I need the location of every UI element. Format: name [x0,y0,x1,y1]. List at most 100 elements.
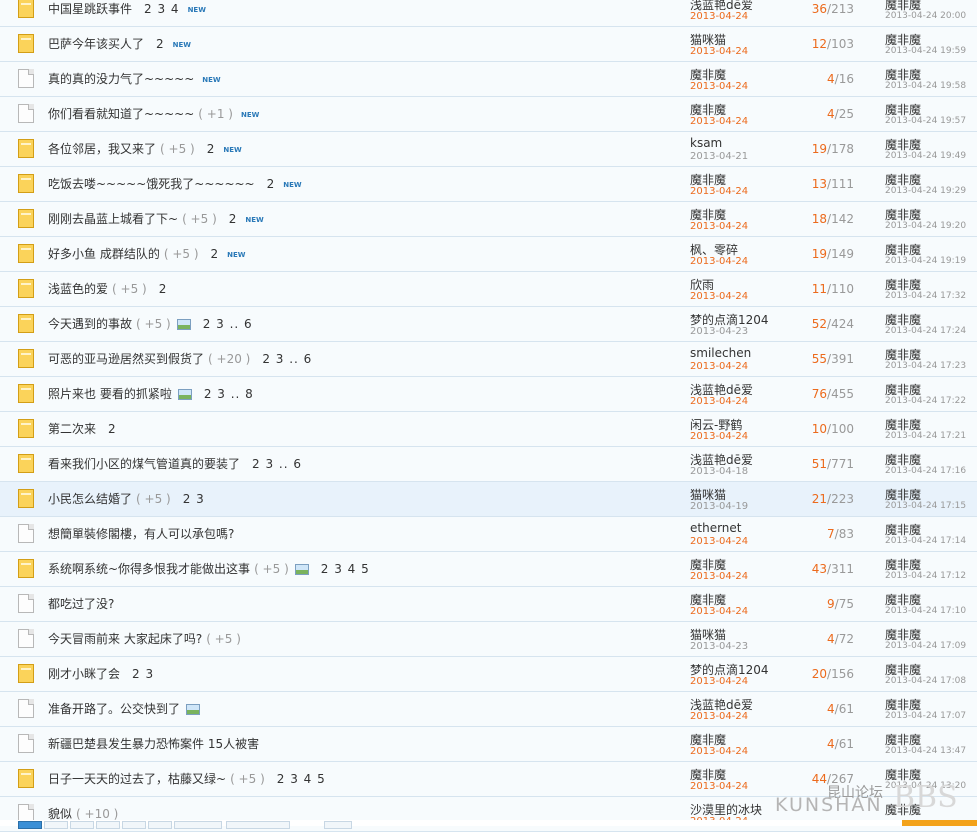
thread-page-links[interactable]: 2 3 .. 6 [262,352,312,366]
new-badge: NEW [240,110,260,119]
thread-row[interactable]: 新疆巴楚县发生暴力恐怖案件 15人被害 魔非魔 2013-04-24 4/61 … [0,727,977,762]
thread-page-links[interactable]: 2 [159,282,168,296]
thread-row[interactable]: 都吃过了没? 魔非魔 2013-04-24 9/75 魔非魔 2013-04-2… [0,587,977,622]
thread-page-links[interactable]: 2 [108,422,117,436]
thread-row[interactable]: 吃饭去喽~~~~~饿死我了~~~~~~ 2 NEW 魔非魔 2013-04-24 1… [0,167,977,202]
thread-title-link[interactable]: 中国星跳跃事件 [48,2,132,16]
thread-title-link[interactable]: 新疆巴楚县发生暴力恐怖案件 15人被害 [48,737,259,751]
view-count: 111 [831,177,854,191]
thread-title-link[interactable]: 刚刚去晶蓝上城看了下~ [48,212,178,226]
thread-row[interactable]: 今天遇到的事故 ( +5 ) 2 3 .. 6 梦的点滴1204 2013-04-2… [0,307,977,342]
thread-row[interactable]: 浅蓝色的爱 ( +5 ) 2 欣雨 2013-04-24 11/110 魔非魔 20… [0,272,977,307]
thread-last-post-cell: 魔非魔 2013-04-24 17:32 [885,272,977,306]
last-post-author-link[interactable]: 魔非魔 [885,801,921,818]
thread-row[interactable]: 准备开路了。公交快到了 浅蓝艳dē爱 2013-04-24 4/61 魔非魔 2… [0,692,977,727]
thread-page-links[interactable]: 2 3 .. 8 [204,387,254,401]
thread-title-link[interactable]: 看来我们小区的煤气管道真的要装了 [48,457,240,471]
thread-page-links[interactable]: 2 [267,177,276,191]
thread-rating: ( +5 ) [136,492,171,506]
thread-author-link[interactable]: smilechen [690,346,751,360]
thread-page-links[interactable]: 2 [211,247,220,261]
thread-title-link[interactable]: 照片来也 要看的抓紧啦 [48,387,172,401]
last-post-time: 2013-04-24 20:00 [885,11,967,21]
thread-page-links[interactable]: 2 3 .. 6 [203,317,253,331]
thread-title-link[interactable]: 想簡單裝修閣樓，有人可以承包嗎? [48,527,234,541]
thread-document-icon [18,524,34,543]
thread-row[interactable]: 你们看看就知道了~~~~~ ( +1 ) NEW 魔非魔 2013-04-24 4/… [0,97,977,132]
hot-thread-folder-icon [18,559,34,578]
pagination-last[interactable] [226,821,290,829]
thread-page-links[interactable]: 2 3 [183,492,205,506]
thread-title-link[interactable]: 日子一天天的过去了，枯藤又绿~ [48,772,226,786]
thread-page-links[interactable]: 2 [207,142,216,156]
thread-row[interactable]: 想簡單裝修閣樓，有人可以承包嗎? ethernet 2013-04-24 7/8… [0,517,977,552]
thread-rating: ( +1 ) [198,107,233,121]
thread-page-links[interactable]: 2 [229,212,238,226]
thread-row[interactable]: 巴萨今年该买人了 2 NEW 猫咪猫 2013-04-24 12/103 魔非魔 2… [0,27,977,62]
thread-row[interactable]: 好多小鱼 成群结队的( +5 ) 2 NEW 枫、零碎 2013-04-24 19/… [0,237,977,272]
reply-count: 13 [811,177,828,191]
thread-title-link[interactable]: 刚才小眯了会 [48,667,120,681]
thread-page-links[interactable]: 2 3 [132,667,154,681]
thread-row[interactable]: 日子一天天的过去了，枯藤又绿~ ( +5 ) 2 3 4 5 魔非魔 2013-04… [0,762,977,797]
thread-page-links[interactable]: 2 [156,37,165,51]
reply-count: 51 [811,457,828,471]
pagination-jump[interactable] [324,821,352,829]
thread-row[interactable]: 貌似( +10 ) 沙漠里的冰块 2013-04-24 魔非魔 [0,797,977,832]
thread-title-link[interactable]: 第二次来 [48,422,96,436]
thread-row[interactable]: 今天冒雨前来 大家起床了吗? ( +5 ) 猫咪猫 2013-04-23 4/72… [0,622,977,657]
thread-author-cell: 魔非魔 2013-04-24 [690,727,800,761]
thread-row[interactable]: 刚才小眯了会 2 3 梦的点滴1204 2013-04-24 20/156 魔非魔… [0,657,977,692]
thread-row[interactable]: 看来我们小区的煤气管道真的要装了 2 3 .. 6 浅蓝艳dē爱 2013-04-… [0,447,977,482]
thread-title-link[interactable]: 今天冒雨前来 大家起床了吗? [48,632,202,646]
thread-page-links[interactable]: 2 3 .. 6 [252,457,302,471]
thread-row[interactable]: 刚刚去晶蓝上城看了下~ ( +5 ) 2 NEW 魔非魔 2013-04-24 18/… [0,202,977,237]
thread-count-cell: 18/142 [811,212,854,226]
pagination-page[interactable] [96,821,120,829]
thread-title-link[interactable]: 都吃过了没? [48,597,114,611]
thread-title-link[interactable]: 吃饭去喽~~~~~饿死我了~~~~~~ [48,177,255,191]
thread-title-link[interactable]: 今天遇到的事故 [48,317,132,331]
pagination-page[interactable] [148,821,172,829]
thread-author-cell: 魔非魔 2013-04-24 [690,552,800,586]
thread-title-link[interactable]: 好多小鱼 成群结队的 [48,247,160,261]
thread-status-cell [0,97,42,131]
thread-row[interactable]: 照片来也 要看的抓紧啦 2 3 .. 8 浅蓝艳dē爱 2013-04-24 76… [0,377,977,412]
thread-page-links[interactable]: 2 3 4 5 [321,562,370,576]
thread-row[interactable]: 系统啊系统~你得多恨我才能做出这事 ( +5 ) 2 3 4 5 魔非魔 2013-… [0,552,977,587]
view-count: 213 [831,2,854,16]
thread-row[interactable]: 可恶的亚马逊居然买到假货了 ( +20 ) 2 3 .. 6 smilechen 2… [0,342,977,377]
thread-row[interactable]: 中国星跳跃事件 2 3 4 NEW 浅蓝艳dē爱 2013-04-24 36/213… [0,0,977,27]
image-attachment-icon [177,389,192,400]
thread-title-link[interactable]: 准备开路了。公交快到了 [48,702,180,716]
thread-row[interactable]: 小民怎么结婚了 ( +5 ) 2 3 猫咪猫 2013-04-19 21/223 魔… [0,482,977,517]
thread-row[interactable]: 各位邻居，我又来了 ( +5 ) 2 NEW ksam 2013-04-21 19/1… [0,132,977,167]
thread-row[interactable]: 第二次来 2 闲云-野鹤 2013-04-24 10/100 魔非魔 2013-0… [0,412,977,447]
thread-status-cell [0,237,42,271]
thread-row[interactable]: 真的真的没力气了~~~~~ NEW 魔非魔 2013-04-24 4/16 魔非魔… [0,62,977,97]
thread-author-link[interactable]: ethernet [690,521,742,535]
thread-title-link[interactable]: 真的真的没力气了~~~~~ [48,72,194,86]
thread-title-link[interactable]: 巴萨今年该买人了 [48,37,144,51]
thread-list: 中国星跳跃事件 2 3 4 NEW 浅蓝艳dē爱 2013-04-24 36/213… [0,0,977,832]
thread-title-link[interactable]: 可恶的亚马逊居然买到假货了 [48,352,204,366]
thread-title-link[interactable]: 小民怎么结婚了 [48,492,132,506]
pagination-page[interactable] [44,821,68,829]
thread-title-link[interactable]: 你们看看就知道了~~~~~ [48,107,194,121]
thread-title-link[interactable]: 各位邻居，我又来了 [48,142,156,156]
thread-title-cell: 日子一天天的过去了，枯藤又绿~ ( +5 ) 2 3 4 5 [48,762,326,796]
thread-title-link[interactable]: 系统啊系统~你得多恨我才能做出这事 [48,562,250,576]
pagination-page[interactable] [122,821,146,829]
pagination-current-page[interactable] [18,821,42,829]
post-new-button[interactable] [902,820,977,826]
thread-status-cell [0,377,42,411]
pagination-page[interactable] [70,821,94,829]
thread-title-link[interactable]: 貌似 [48,807,72,821]
thread-author-link[interactable]: ksam [690,136,722,150]
thread-page-links[interactable]: 2 3 4 [144,2,180,16]
pagination-next[interactable] [174,821,222,829]
thread-page-links[interactable]: 2 3 4 5 [277,772,326,786]
thread-document-icon [18,629,34,648]
thread-title-link[interactable]: 浅蓝色的爱 [48,282,108,296]
thread-author-cell: 梦的点滴1204 2013-04-24 [690,657,800,691]
